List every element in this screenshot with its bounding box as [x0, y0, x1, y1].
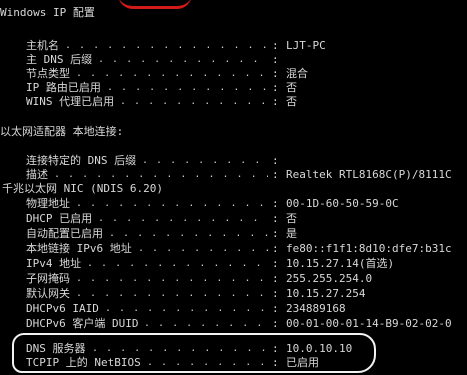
leader-dots: . . . . . . . . . . . . . . . . . . . . …: [76, 288, 268, 299]
leader-dots: . . . . . . . . . . . . . . . . . . . . …: [105, 303, 268, 314]
row-colon: :: [272, 302, 279, 315]
red-scribble-annotation: [118, 0, 192, 9]
row-colon: :: [272, 81, 279, 94]
row-value: fe80::f1f1:8d10:dfe7:b31c: [286, 242, 452, 255]
row-colon: :: [272, 242, 279, 255]
row-label: DHCP 已启用: [26, 212, 93, 225]
row-value: 否: [286, 212, 297, 225]
row-label: 自动配置已启用: [26, 227, 103, 240]
leader-dots: . . . . . . . . . . . . . . . . . . . . …: [65, 40, 268, 51]
row-colon: :: [272, 257, 279, 270]
row-colon: :: [272, 212, 279, 225]
row-value: Realtek RTL8168C(P)/8111C: [286, 168, 452, 181]
row-colon: :: [272, 227, 279, 240]
row-value: 10.15.27.254: [286, 287, 366, 300]
row-label: 本地链接 IPv6 地址: [26, 242, 132, 255]
leader-dots: . . . . . . . . . . . . . . . . . . . . …: [144, 318, 268, 329]
row-colon: :: [272, 39, 279, 52]
row-value: 否: [286, 81, 297, 94]
row-value: 混合: [286, 67, 308, 80]
row-label: 默认网关: [26, 287, 70, 300]
console-window: Windows IP 配置 . . . . . . . . . . . . . …: [0, 0, 467, 375]
adapter-header: 以太网适配器 本地连接:: [0, 125, 124, 138]
row-label: 连接特定的 DNS 后缀: [26, 154, 137, 167]
row-label: 节点类型: [26, 67, 70, 80]
row-colon: :: [272, 287, 279, 300]
row-value: 00-01-00-01-14-B9-02-02-0: [286, 317, 452, 330]
row-label: IP 路由已启用: [26, 81, 101, 94]
leader-dots: . . . . . . . . . . . . . . . . . . . . …: [87, 258, 268, 269]
row-label: WINS 代理已启用: [26, 95, 115, 108]
row-value: 10.15.27.14(首选): [286, 257, 395, 270]
highlight-circle-annotation: [12, 333, 376, 373]
row-colon: :: [272, 67, 279, 80]
row-value: 234889168: [286, 302, 346, 315]
row-colon: :: [272, 95, 279, 108]
row-label: 主 DNS 后缀: [26, 53, 93, 66]
row-label: 主机名: [26, 39, 59, 52]
row-colon: :: [272, 168, 279, 181]
leader-dots: . . . . . . . . . . . . . . . . . . . . …: [120, 96, 268, 107]
ipconfig-header: Windows IP 配置: [0, 6, 95, 19]
leader-dots: . . . . . . . . . . . . . . . . . . . . …: [109, 228, 268, 239]
leader-dots: . . . . . . . . . . . . . . . . . . . . …: [76, 198, 268, 209]
leader-dots: . . . . . . . . . . . . . . . . . . . . …: [98, 54, 268, 65]
row-label: DHCPv6 客户端 DUID: [26, 317, 139, 330]
row-value: 是: [286, 227, 297, 240]
row-value: 否: [286, 95, 297, 108]
leader-dots: . . . . . . . . . . . . . . . . . . . . …: [142, 155, 268, 166]
leader-dots: . . . . . . . . . . . . . . . . . . . . …: [138, 243, 268, 254]
leader-dots: . . . . . . . . . . . . . . . . . . . . …: [76, 273, 268, 284]
row-colon: :: [272, 53, 279, 66]
leader-dots: . . . . . . . . . . . . . . . . . . . . …: [76, 68, 268, 79]
row-label: 物理地址: [26, 197, 70, 210]
row-value: 00-1D-60-50-59-0C: [286, 197, 399, 210]
leader-dots: . . . . . . . . . . . . . . . . . . . . …: [107, 82, 268, 93]
row-colon: :: [272, 317, 279, 330]
row-value: 255.255.254.0: [286, 272, 373, 285]
row-label: DHCPv6 IAID: [26, 302, 99, 315]
nic-text: 千兆以太网 NIC (NDIS 6.20): [2, 182, 163, 195]
row-label: IPv4 地址: [26, 257, 82, 270]
row-value: LJT-PC: [286, 39, 326, 52]
leader-dots: . . . . . . . . . . . . . . . . . . . . …: [54, 169, 268, 180]
row-label: 子网掩码: [26, 272, 70, 285]
row-colon: :: [272, 197, 279, 210]
leader-dots: . . . . . . . . . . . . . . . . . . . . …: [98, 213, 268, 224]
row-colon: :: [272, 272, 279, 285]
row-colon: :: [272, 154, 279, 167]
row-label: 描述: [26, 168, 48, 181]
